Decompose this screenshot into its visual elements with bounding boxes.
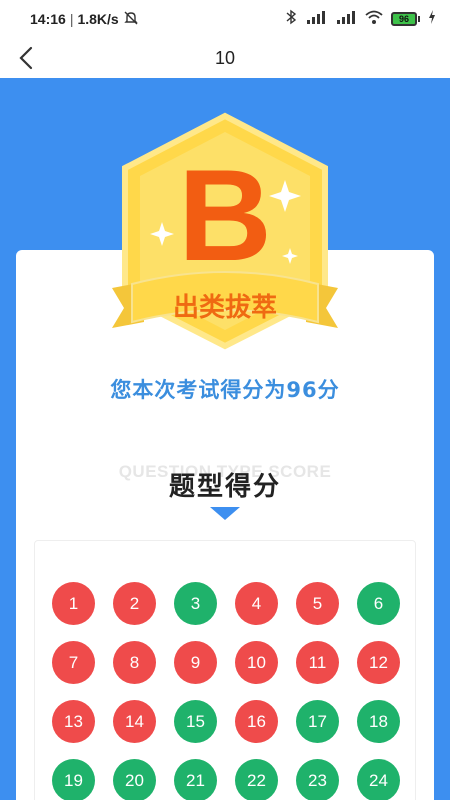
- status-net-speed: 1.8K/s: [77, 11, 119, 27]
- question-circle-22[interactable]: 22: [235, 759, 278, 800]
- question-circle-7[interactable]: 7: [52, 641, 95, 684]
- score-text: 您本次考试得分为96分: [110, 378, 340, 402]
- question-circle-6[interactable]: 6: [357, 582, 400, 625]
- question-circle-12[interactable]: 12: [357, 641, 400, 684]
- question-circle-15[interactable]: 15: [174, 700, 217, 743]
- question-circle-17[interactable]: 17: [296, 700, 339, 743]
- question-circle-5[interactable]: 5: [296, 582, 339, 625]
- battery-icon: 96: [391, 12, 420, 26]
- signal-icon-1: [305, 9, 327, 29]
- mute-bell-icon: [123, 10, 139, 29]
- question-circle-2[interactable]: 2: [113, 582, 156, 625]
- question-circle-24[interactable]: 24: [357, 759, 400, 800]
- question-circle-23[interactable]: 23: [296, 759, 339, 800]
- section-arrow-icon: [210, 507, 240, 520]
- status-right: 96: [285, 9, 436, 29]
- section-header: QUESTION TYPE SCORE 题型得分: [0, 460, 450, 520]
- charging-icon: [428, 10, 436, 28]
- question-circle-9[interactable]: 9: [174, 641, 217, 684]
- grade-badge: B 出类拔萃: [110, 110, 340, 350]
- bluetooth-icon: [285, 9, 297, 29]
- question-circle-18[interactable]: 18: [357, 700, 400, 743]
- battery-level: 96: [391, 12, 417, 26]
- question-circle-11[interactable]: 11: [296, 641, 339, 684]
- question-circle-13[interactable]: 13: [52, 700, 95, 743]
- grade-letter: B: [178, 142, 272, 288]
- question-circle-21[interactable]: 21: [174, 759, 217, 800]
- question-grid: 1 2 3 4 5 6 7 8 9 10 11 12 13 14 15 16 17 18 19 20 21 22 23 24: [34, 540, 416, 800]
- signal-icon-2: [335, 9, 357, 29]
- question-circle-8[interactable]: 8: [113, 641, 156, 684]
- question-circle-20[interactable]: 20: [113, 759, 156, 800]
- question-circle-4[interactable]: 4: [235, 582, 278, 625]
- question-circle-1[interactable]: 1: [52, 582, 95, 625]
- nav-bar: 10: [0, 38, 450, 78]
- question-circle-3[interactable]: 3: [174, 582, 217, 625]
- status-left: 14:16 | 1.8K/s: [30, 10, 139, 29]
- wifi-icon: [365, 9, 383, 29]
- page-title: 10: [214, 48, 236, 68]
- section-title: 题型得分: [168, 472, 281, 502]
- status-divider: |: [69, 11, 74, 27]
- status-time: 14:16: [30, 11, 66, 27]
- status-bar: 14:16 | 1.8K/s 96: [0, 0, 450, 38]
- question-circle-16[interactable]: 16: [235, 700, 278, 743]
- question-circle-14[interactable]: 14: [113, 700, 156, 743]
- question-circle-10[interactable]: 10: [235, 641, 278, 684]
- question-circle-19[interactable]: 19: [52, 759, 95, 800]
- grade-ribbon-text: 出类拔萃: [173, 293, 277, 323]
